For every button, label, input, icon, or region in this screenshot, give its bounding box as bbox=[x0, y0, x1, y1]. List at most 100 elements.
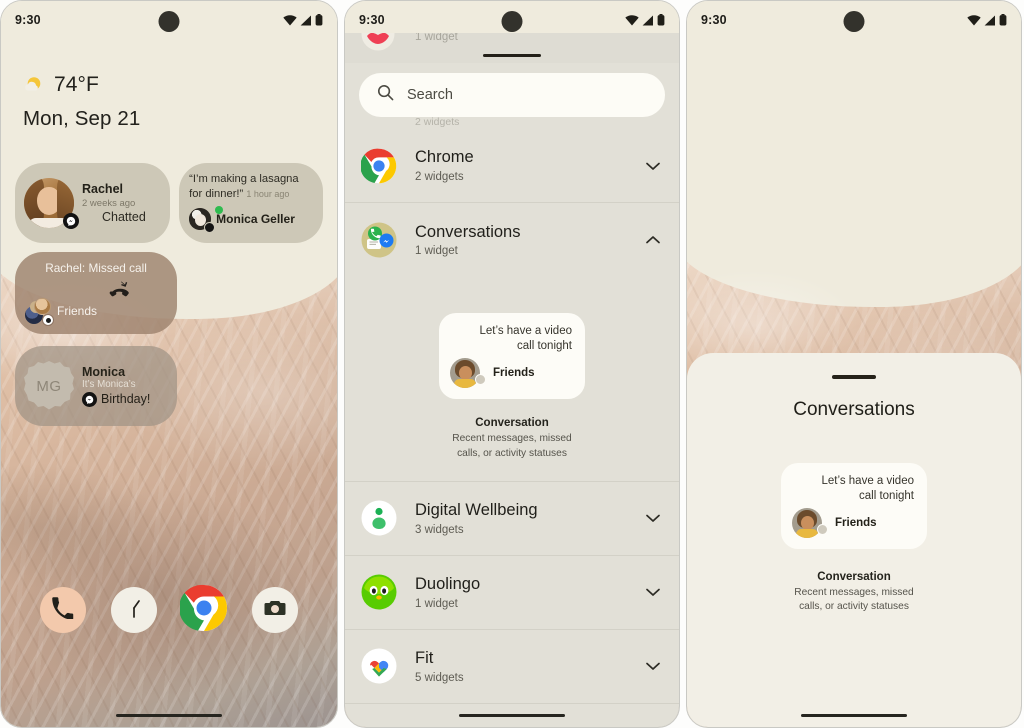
fit-icon bbox=[361, 648, 397, 684]
search-placeholder: Search bbox=[407, 87, 453, 103]
status-bar: 9:30 bbox=[345, 1, 679, 39]
phone-conversations-detail: 9:30 Conversations Let’s have a video ca… bbox=[686, 0, 1022, 728]
wifi-icon bbox=[967, 14, 981, 26]
preview-message-line-1: Let’s have a video bbox=[479, 325, 573, 337]
behind-search-widget-count: 2 widgets bbox=[415, 116, 460, 128]
chevron-down-icon[interactable] bbox=[643, 656, 663, 676]
picker-app-row-conversations[interactable]: Conversations 1 widget bbox=[345, 203, 679, 277]
weather-temperature: 74°F bbox=[54, 73, 99, 96]
camera-icon bbox=[263, 596, 287, 625]
picker-app-row-duolingo[interactable]: Duolingo 1 widget bbox=[345, 555, 679, 630]
widget-status-line-2: Birthday! bbox=[101, 392, 151, 407]
phone-icon bbox=[51, 596, 74, 624]
avatar bbox=[792, 507, 822, 538]
clock-icon bbox=[119, 593, 149, 628]
status-badge bbox=[817, 523, 828, 535]
dock bbox=[1, 584, 337, 633]
status-icons bbox=[967, 14, 1007, 26]
widget-timestamp: 1 hour ago bbox=[246, 188, 290, 199]
preview-caption-desc-1: Recent messages, missed bbox=[794, 586, 914, 598]
signal-icon bbox=[300, 15, 312, 26]
preview-caption-title: Conversation bbox=[475, 417, 549, 430]
navigation-pill[interactable] bbox=[116, 713, 222, 717]
drag-handle[interactable] bbox=[483, 53, 541, 57]
chevron-down-icon[interactable] bbox=[643, 156, 663, 176]
status-bar: 9:30 bbox=[1, 1, 337, 39]
chrome-app[interactable] bbox=[179, 584, 228, 633]
avatar bbox=[189, 206, 224, 234]
app-name: Duolingo bbox=[415, 575, 481, 593]
home-header: 74°F Mon, Sep 21 bbox=[23, 73, 140, 131]
phone-app[interactable] bbox=[39, 587, 86, 633]
widget-person-name: Monica bbox=[82, 365, 126, 380]
preview-message-line-2: call tonight bbox=[859, 489, 914, 502]
drag-handle[interactable] bbox=[832, 375, 876, 379]
app-name: Fit bbox=[415, 649, 434, 667]
clock-app[interactable] bbox=[110, 587, 157, 633]
navigation-pill[interactable] bbox=[801, 713, 907, 717]
app-name: Chrome bbox=[415, 148, 474, 167]
search-section: 2 widgets Search bbox=[345, 63, 679, 129]
conversations-icon bbox=[361, 222, 397, 258]
picker-app-row-digital-wellbeing[interactable]: Digital Wellbeing 3 widgets bbox=[345, 481, 679, 556]
app-name: Digital Wellbeing bbox=[415, 501, 538, 519]
camera-punch-hole bbox=[158, 11, 180, 32]
three-phone-screenshot: 9:30 74°F Mon, Sep 21 Rachel 2 weeks ago… bbox=[0, 0, 1024, 728]
avatar-initials: MG bbox=[24, 361, 74, 410]
group-avatar bbox=[25, 298, 54, 326]
camera-punch-hole bbox=[843, 11, 865, 32]
phone-home-screen: 9:30 74°F Mon, Sep 21 Rachel 2 weeks ago… bbox=[0, 0, 338, 728]
preview-person-name: Friends bbox=[835, 516, 877, 529]
missed-call-title: Rachel: Missed call bbox=[45, 261, 147, 275]
messages-icon bbox=[204, 222, 216, 234]
sheet-title: Conversations bbox=[793, 398, 915, 420]
search-icon bbox=[377, 84, 394, 106]
widget-status: Chatted bbox=[102, 209, 146, 224]
status-icons bbox=[283, 14, 323, 26]
status-time: 9:30 bbox=[15, 13, 41, 27]
avatar bbox=[450, 358, 480, 389]
preview-caption-title: Conversation bbox=[817, 570, 891, 583]
battery-icon bbox=[999, 14, 1007, 26]
preview-message-line-1: Let’s have a video bbox=[821, 474, 915, 487]
navigation-pill[interactable] bbox=[459, 713, 565, 717]
widget-count: 5 widgets bbox=[415, 671, 464, 684]
friends-missed-call-widget[interactable]: Rachel: Missed call Friends bbox=[15, 252, 177, 334]
chevron-up-icon[interactable] bbox=[643, 230, 663, 250]
conversation-widget-preview[interactable]: Let’s have a video call tonight Friends bbox=[781, 462, 927, 549]
digital-wellbeing-icon bbox=[361, 500, 397, 536]
sun-cloud-icon bbox=[23, 74, 45, 96]
chevron-down-icon[interactable] bbox=[643, 582, 663, 602]
missed-call-icon bbox=[109, 280, 133, 305]
messenger-icon bbox=[82, 391, 97, 407]
camera-app[interactable] bbox=[252, 587, 299, 633]
widget-count: 3 widgets bbox=[415, 523, 464, 536]
preview-caption-desc-1: Recent messages, missed bbox=[452, 433, 572, 445]
preview-caption: Conversation Recent messages, missed cal… bbox=[687, 571, 1021, 615]
chevron-down-icon[interactable] bbox=[643, 508, 663, 528]
monica-birthday-widget[interactable]: MG Monica It’s Monica’s Birthday! bbox=[15, 346, 177, 426]
conversations-bottom-sheet: Conversations Let’s have a video call to… bbox=[687, 353, 1021, 727]
messages-icon bbox=[42, 314, 54, 326]
wifi-icon bbox=[283, 14, 297, 26]
conversation-widget-preview[interactable]: Let’s have a video call tonight Friends bbox=[439, 313, 585, 400]
widget-person-name: Rachel bbox=[82, 182, 123, 197]
battery-icon bbox=[657, 14, 665, 26]
conversations-expanded-panel: Let’s have a video call tonight Friends … bbox=[345, 277, 679, 482]
signal-icon bbox=[642, 15, 654, 26]
rachel-conversation-widget[interactable]: Rachel 2 weeks ago Chatted bbox=[15, 163, 171, 243]
picker-app-row-chrome[interactable]: Chrome 2 widgets bbox=[345, 129, 679, 203]
preview-person-name: Friends bbox=[493, 367, 535, 380]
signal-icon bbox=[984, 15, 996, 26]
app-name: Conversations bbox=[415, 222, 521, 241]
chrome-icon bbox=[360, 148, 397, 184]
weather-widget[interactable]: 74°F bbox=[23, 73, 140, 97]
widget-count: 1 widget bbox=[415, 245, 458, 258]
picker-app-row-fit[interactable]: Fit 5 widgets bbox=[345, 629, 679, 704]
status-time: 9:30 bbox=[701, 13, 727, 27]
search-input[interactable]: Search bbox=[359, 73, 665, 117]
home-date: Mon, Sep 21 bbox=[23, 107, 141, 130]
monica-geller-quote-widget[interactable]: “I’m making a lasagna for dinner!” 1 hou… bbox=[179, 163, 323, 243]
status-time: 9:30 bbox=[359, 13, 385, 27]
preview-message-line-2: call tonight bbox=[517, 340, 572, 353]
